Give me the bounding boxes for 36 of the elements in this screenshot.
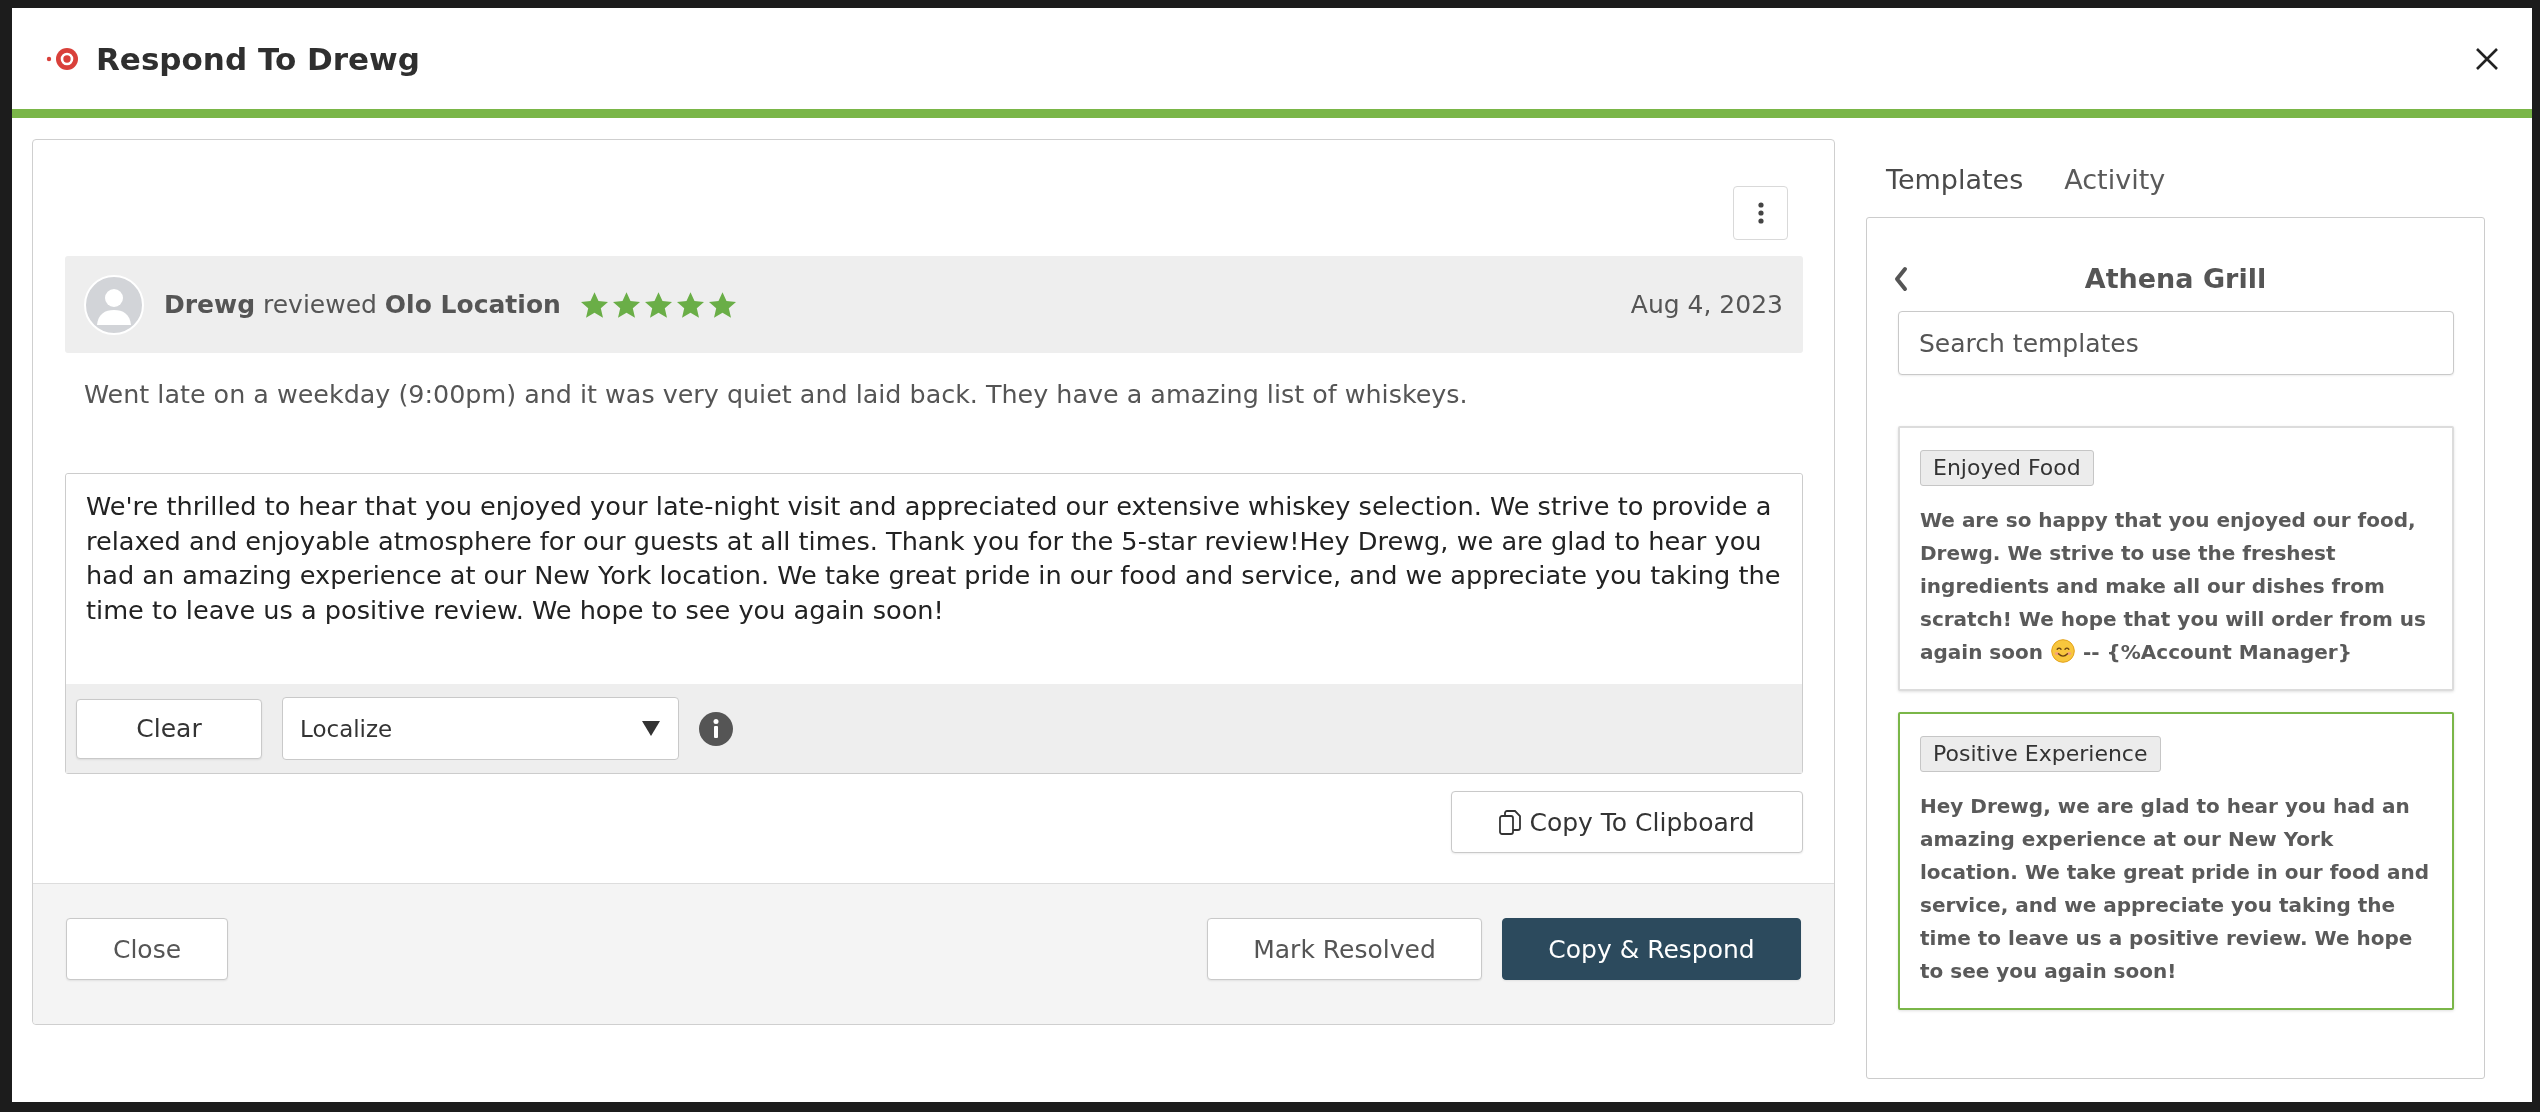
template-text: Hey Drewg, we are glad to hear you had an amazing experience at our New York location. We take great pride in our food and service, and we appreciate you taking the time to leave us a positive review. We hope to see you again soon! [1920, 793, 2430, 985]
close-button[interactable] [2475, 46, 2499, 71]
panel-tab[interactable]: Activity [2064, 161, 2166, 199]
info-icon[interactable] [699, 711, 733, 746]
copy-and-respond-button[interactable]: Copy & Respond [1502, 918, 1801, 980]
chevron-left-icon [1893, 266, 1909, 292]
star-icon [580, 291, 608, 318]
close-button[interactable]: Close [66, 918, 228, 980]
star-icon [708, 291, 736, 318]
logo-icon [46, 47, 79, 70]
mark-resolved-button[interactable]: Mark Resolved [1207, 918, 1482, 980]
dialog-title: Respond To Drewg [96, 40, 420, 77]
more-options-button[interactable] [1733, 186, 1788, 240]
localize-select[interactable]: Localize [282, 697, 679, 760]
copy-icon [1499, 809, 1522, 835]
star-icon [644, 291, 672, 318]
review-text: Went late on a weekday (9:00pm) and it was very quiet and laid back. They have a amazing list of whiskeys. [83, 378, 1469, 411]
star-icon [676, 291, 704, 318]
smiling-face-icon [2051, 639, 2075, 663]
avatar-icon [84, 274, 144, 335]
search-field[interactable]: Search templates [1898, 311, 2454, 375]
close-icon [2475, 46, 2499, 71]
star-icon [612, 291, 640, 318]
template-text: We are so happy that you enjoyed our food, Drewg. We strive to use the freshest ingredients and make all our dishes from scratch! We hope that you will order from us again soon -- {%Account Manager} [1920, 507, 2427, 666]
vertical-ellipsis-icon [1757, 202, 1764, 224]
panel-title: Athena Grill [2084, 262, 2267, 296]
template-card[interactable] [1898, 712, 2454, 1010]
caret-icon [642, 721, 660, 736]
review-headline: Drewg reviewed Olo Location [164, 290, 561, 319]
review-date: Aug 4, 2023 [1630, 290, 1783, 319]
template-tag: Enjoyed Food [1920, 450, 2094, 486]
panel-tab[interactable]: Templates [1886, 161, 2024, 199]
template-tag: Positive Experience [1920, 736, 2161, 772]
clear-button[interactable]: Clear [76, 698, 262, 759]
back-button[interactable] [1893, 266, 1909, 292]
copy-to-clipboard-button[interactable]: Copy To Clipboard [1451, 791, 1803, 853]
